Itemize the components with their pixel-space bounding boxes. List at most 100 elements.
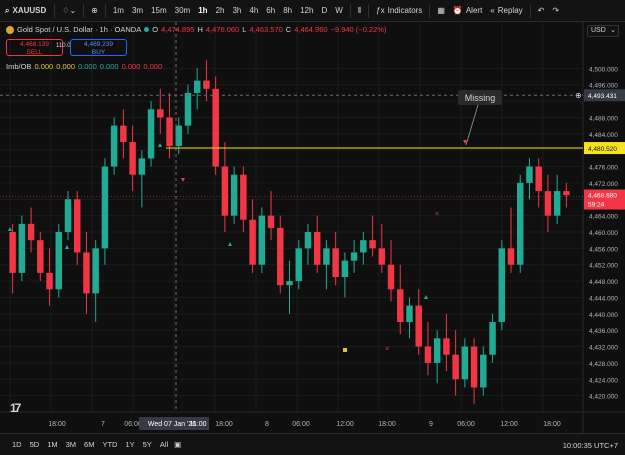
symbol-search-button[interactable]: ⌕ XAUUSD xyxy=(0,2,51,20)
range-1m[interactable]: 1M xyxy=(43,440,61,449)
interval-D[interactable]: D xyxy=(317,2,331,20)
chart-area[interactable]: Missing × × 4,500.000 4,496.000 4,488.000 4,48… xyxy=(0,22,625,433)
price-tick-label: 4,424.000 xyxy=(589,377,618,384)
favorites-button[interactable]: ♢ ⌄ xyxy=(58,2,80,20)
indicator-value: 0.000 xyxy=(143,62,163,71)
candle-body xyxy=(507,248,515,265)
calendar-icon[interactable]: ▣ xyxy=(174,440,181,449)
currency-selector[interactable]: USD ⌄ xyxy=(587,25,619,37)
candle-body xyxy=(147,109,155,159)
candle-body xyxy=(535,166,542,192)
redo-button[interactable]: ↷ xyxy=(548,2,563,20)
redo-icon: ↷ xyxy=(552,6,560,15)
candle-body xyxy=(397,289,404,322)
bottom-bar: 1D 5D 1M 3M 6M YTD 1Y 5Y All ▣ 10:00:35 UTC+7 xyxy=(0,433,625,455)
range-ytd[interactable]: YTD xyxy=(98,440,121,449)
low-label: L xyxy=(242,25,247,34)
interval-12h[interactable]: 12h xyxy=(296,2,317,20)
interval-1h[interactable]: 1h xyxy=(194,2,211,20)
high-label: H xyxy=(197,25,203,34)
range-all[interactable]: All xyxy=(156,440,172,449)
candle-body xyxy=(544,191,552,216)
interval-3m[interactable]: 3m xyxy=(128,2,147,20)
alert-button[interactable]: ⏰ Alert xyxy=(449,2,486,20)
interval-W[interactable]: W xyxy=(331,2,347,20)
candle-body xyxy=(526,166,533,183)
indicator-legend[interactable]: Imb/OB 0.000 0.000 0.000 0.000 0.000 0.000 xyxy=(6,62,162,71)
indicator-value: 0.000 xyxy=(34,62,54,71)
candle-body xyxy=(193,80,201,93)
price-tick-label: 4,436.000 xyxy=(589,328,618,335)
price-tick-label: 4,488.000 xyxy=(589,115,618,122)
candle-body xyxy=(55,232,62,290)
interval-30m[interactable]: 30m xyxy=(171,2,195,20)
interval-1m[interactable]: 1m xyxy=(109,2,128,20)
range-1y[interactable]: 1Y xyxy=(121,440,138,449)
sell-button[interactable]: 4,468.139 SELL xyxy=(6,39,63,56)
replay-button[interactable]: « Replay xyxy=(486,2,526,20)
plus-icon[interactable]: ⊕ xyxy=(575,91,582,100)
price-tick-label: 4,420.000 xyxy=(589,394,618,401)
range-list: 1D 5D 1M 3M 6M YTD 1Y 5Y All xyxy=(0,440,172,449)
range-1d[interactable]: 1D xyxy=(8,440,26,449)
candle-body xyxy=(387,264,395,290)
indicator-values: 0.000 0.000 0.000 0.000 0.000 0.000 xyxy=(34,62,162,71)
time-tick-label: 7 xyxy=(101,421,105,428)
interval-6h[interactable]: 6h xyxy=(262,2,279,20)
compare-button[interactable]: ⊕ xyxy=(87,2,102,20)
close-label: C xyxy=(285,25,292,34)
sell-signal-marker xyxy=(181,178,185,182)
price-tick-label: 4,444.000 xyxy=(589,295,618,302)
chevron-down-icon: ⌄ xyxy=(610,27,616,34)
candle-body xyxy=(258,215,266,265)
candle-body xyxy=(480,354,487,388)
alarm-icon: ⏰ xyxy=(452,6,463,15)
time-tick-label: 18:00 xyxy=(215,421,233,428)
buy-signal-marker xyxy=(158,143,162,147)
legend-title: Gold Spot / U.S. Dollar · 1h · OANDA xyxy=(17,25,142,34)
candle-body xyxy=(46,272,53,290)
interval-3h[interactable]: 3h xyxy=(228,2,245,20)
layout-button[interactable]: ▦ xyxy=(433,2,449,20)
interval-2h[interactable]: 2h xyxy=(212,2,229,20)
candle-body xyxy=(138,158,146,175)
undo-button[interactable]: ↶ xyxy=(534,2,549,20)
price-tick-label: 4,456.000 xyxy=(589,246,618,253)
candle-body xyxy=(424,346,432,363)
buy-button[interactable]: 4,469.239 BUY xyxy=(70,39,127,56)
toolbar-divider xyxy=(349,3,351,18)
candle-body xyxy=(73,199,81,253)
interval-list: 1m 3m 15m 30m 1h 2h 3h 4h 6h 8h 12h D W xyxy=(109,2,347,20)
indicators-button[interactable]: ƒx Indicators xyxy=(372,2,426,20)
interval-4h[interactable]: 4h xyxy=(245,2,262,20)
candle-body xyxy=(563,191,570,196)
hline-price-label: 4,480.520 xyxy=(588,146,617,153)
toolbar-divider xyxy=(83,3,85,18)
range-3m[interactable]: 3M xyxy=(62,440,80,449)
interval-15m[interactable]: 15m xyxy=(147,2,171,20)
candle-body xyxy=(101,166,109,249)
price-chart[interactable]: Missing × × 4,500.000 4,496.000 4,488.000 4,48… xyxy=(0,22,625,433)
candle-body xyxy=(313,232,321,265)
range-6m[interactable]: 6M xyxy=(80,440,98,449)
x-marker: × xyxy=(385,346,389,353)
price-tick-label: 4,452.000 xyxy=(589,263,618,270)
toolbar-divider xyxy=(368,3,370,18)
undo-icon: ↶ xyxy=(537,6,545,15)
layout-icon: ▦ xyxy=(437,6,445,15)
low-value: 4,463.570 xyxy=(249,25,283,34)
candle-body xyxy=(240,174,247,220)
range-5d[interactable]: 5D xyxy=(26,440,44,449)
interval-8h[interactable]: 8h xyxy=(279,2,296,20)
buy-signal-marker xyxy=(228,242,232,246)
candle-body xyxy=(83,252,90,294)
candle-body xyxy=(157,109,164,118)
price-tick-label: 4,440.000 xyxy=(589,312,618,319)
time-tick-label: 18:00 xyxy=(543,421,561,428)
symbol-label: XAUUSD xyxy=(12,6,47,15)
range-5y[interactable]: 5Y xyxy=(139,440,156,449)
clock[interactable]: 10:00:35 UTC+7 xyxy=(563,441,618,450)
chart-type-button[interactable]: ⫴ xyxy=(354,2,365,20)
candle-body xyxy=(461,346,469,380)
price-tick-label: 4,484.000 xyxy=(589,132,618,139)
